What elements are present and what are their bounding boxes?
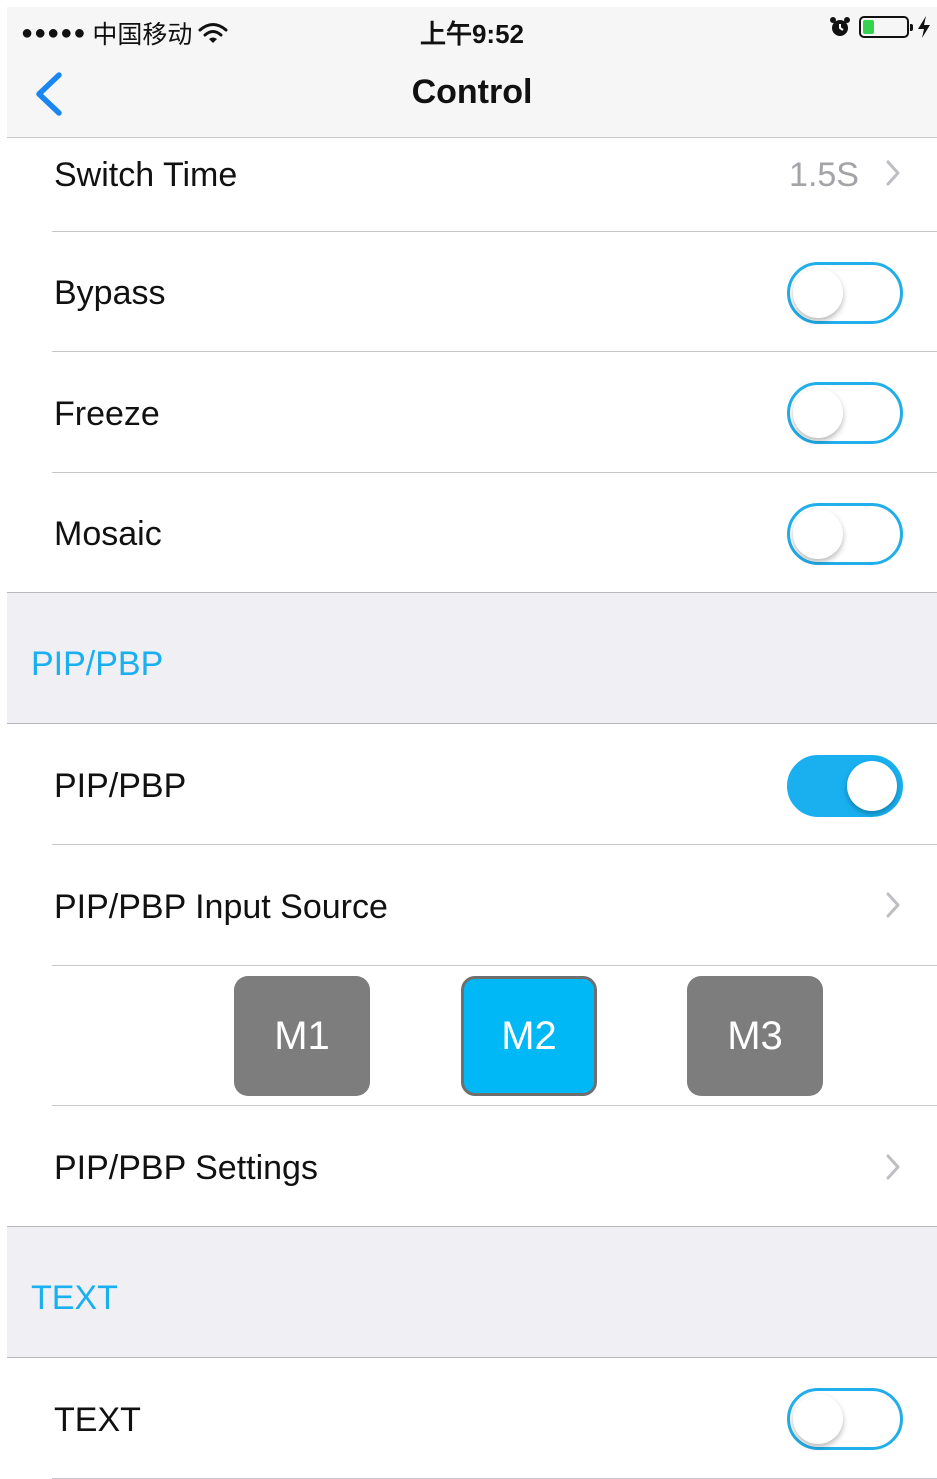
mosaic-row: Mosaic xyxy=(7,473,937,592)
mosaic-label: Mosaic xyxy=(54,515,162,553)
battery-nub xyxy=(910,24,913,31)
text-toggle-row: TEXT xyxy=(7,1358,937,1478)
freeze-row: Freeze xyxy=(7,352,937,472)
toggle-knob xyxy=(793,509,843,559)
text-section-header: TEXT xyxy=(7,1227,937,1357)
mode-button-m1[interactable]: M1 xyxy=(234,976,370,1096)
switch-time-value: 1.5S xyxy=(789,156,859,194)
toggle-knob xyxy=(793,268,843,318)
freeze-toggle[interactable] xyxy=(787,382,903,444)
bypass-label: Bypass xyxy=(54,274,166,312)
switch-time-label: Switch Time xyxy=(54,156,238,194)
app-screen: ●●●●● 中国移动 上午9:52 Control Switch Time 1.… xyxy=(7,7,937,1479)
pip-pbp-input-source-row[interactable]: PIP/PBP Input Source xyxy=(7,845,937,965)
mosaic-toggle[interactable] xyxy=(787,503,903,565)
status-right xyxy=(829,16,931,38)
freeze-label: Freeze xyxy=(54,395,160,433)
status-time: 上午9:52 xyxy=(419,19,525,49)
mode-button-m3[interactable]: M3 xyxy=(687,976,823,1096)
text-toggle[interactable] xyxy=(787,1388,903,1450)
chevron-right-icon xyxy=(886,160,900,186)
chevron-right-icon xyxy=(886,1154,900,1180)
toggle-knob xyxy=(847,761,897,811)
pip-pbp-toggle[interactable] xyxy=(787,755,903,817)
pip-pbp-settings-row[interactable]: PIP/PBP Settings xyxy=(7,1106,937,1226)
row-divider xyxy=(52,965,937,966)
pip-pbp-toggle-row: PIP/PBP xyxy=(7,724,937,844)
pip-pbp-section-header: PIP/PBP xyxy=(7,593,937,723)
navigation-bar: Control xyxy=(7,51,937,138)
toggle-knob xyxy=(793,388,843,438)
toggle-knob xyxy=(793,1394,843,1444)
page-title: Control xyxy=(411,73,533,111)
alarm-clock-icon xyxy=(830,17,850,36)
switch-time-row[interactable]: Switch Time 1.5S xyxy=(7,138,937,231)
bypass-toggle[interactable] xyxy=(787,262,903,324)
text-label: TEXT xyxy=(54,1401,141,1439)
battery-level xyxy=(863,20,874,34)
status-bar: ●●●●● 中国移动 上午9:52 xyxy=(7,7,937,51)
pip-pbp-section-title: PIP/PBP xyxy=(31,645,164,683)
pip-pbp-label: PIP/PBP xyxy=(54,767,187,805)
battery-icon xyxy=(859,16,913,38)
input-source-label: PIP/PBP Input Source xyxy=(54,888,388,926)
pip-pbp-settings-label: PIP/PBP Settings xyxy=(54,1149,318,1187)
chevron-right-icon xyxy=(886,892,900,918)
bypass-row: Bypass xyxy=(7,232,937,351)
text-section-title: TEXT xyxy=(31,1279,118,1317)
charging-bolt-icon xyxy=(918,16,930,38)
mode-button-m2[interactable]: M2 xyxy=(461,976,597,1096)
